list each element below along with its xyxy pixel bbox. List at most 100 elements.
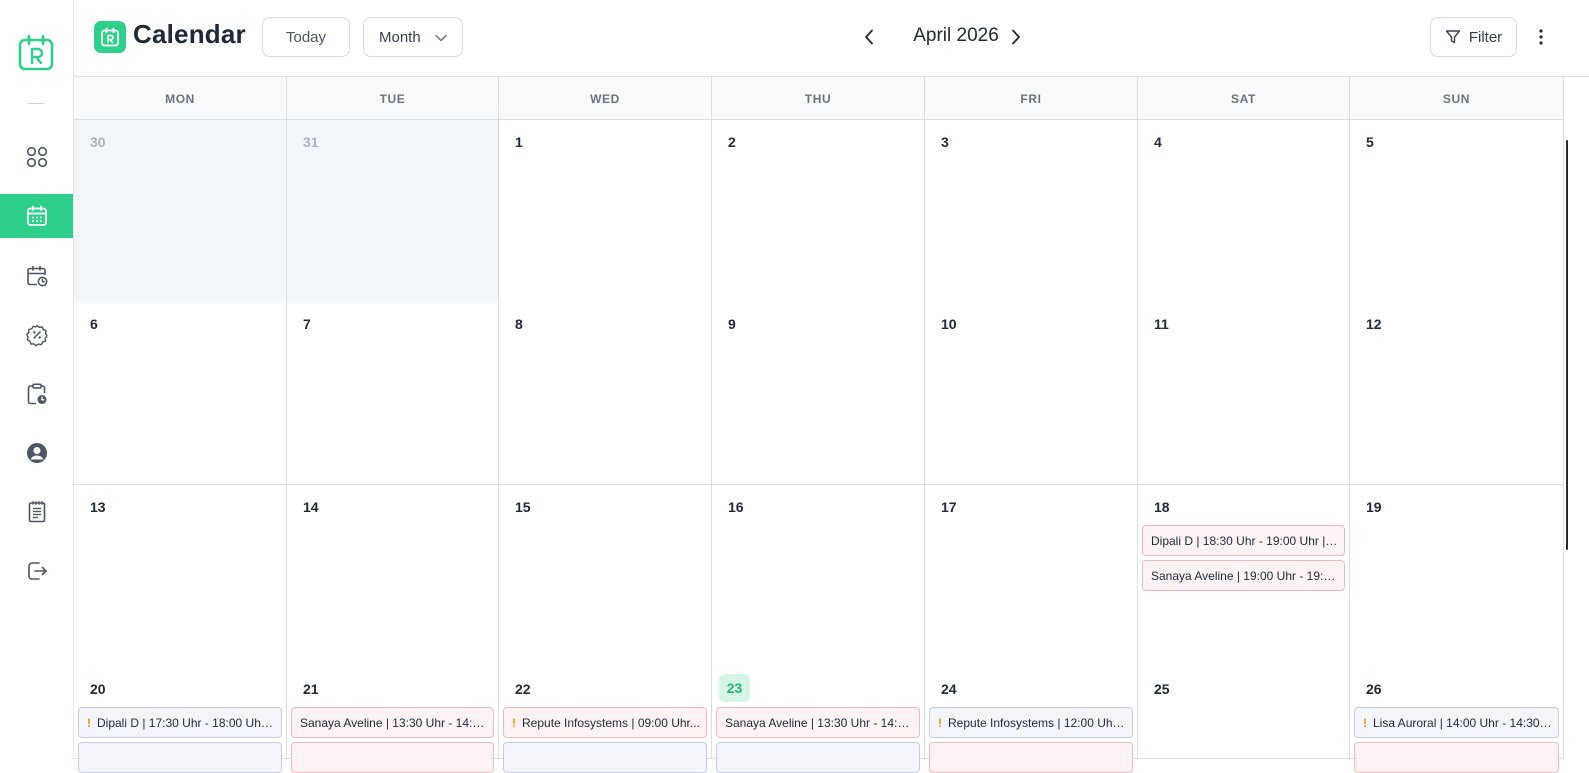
app-logo-icon[interactable] bbox=[18, 34, 54, 71]
today-button[interactable]: Today bbox=[262, 17, 350, 57]
day-number: 15 bbox=[515, 499, 531, 515]
event-chip[interactable]: ! Repute Infosystems | 09:00 Uhr... bbox=[503, 707, 707, 738]
day-cell[interactable]: 8 bbox=[499, 302, 712, 485]
sidebar-item-user-circle[interactable] bbox=[0, 431, 73, 475]
day-number: 30 bbox=[90, 134, 106, 150]
day-number: 5 bbox=[1366, 134, 1374, 150]
dashboard-icon bbox=[25, 145, 49, 169]
day-cell[interactable]: 10 bbox=[925, 302, 1138, 485]
event-label: Sanaya Aveline | 19:00 Uhr - 19:3... bbox=[1151, 568, 1338, 583]
warning-icon: ! bbox=[1363, 715, 1367, 730]
calendar-header: Calendar Today Month April 2026 Filter bbox=[74, 0, 1589, 77]
day-number: 21 bbox=[303, 681, 319, 697]
event-chip[interactable] bbox=[291, 742, 494, 773]
day-number: 22 bbox=[515, 681, 531, 697]
event-chip[interactable]: Sanaya Aveline | 13:30 Uhr - 14:0... bbox=[291, 707, 494, 738]
day-cell[interactable]: 31 bbox=[287, 120, 499, 303]
sidebar-item-clipboard-clock[interactable] bbox=[0, 372, 73, 416]
sidebar-item-logout[interactable] bbox=[0, 549, 73, 593]
day-cell[interactable]: 9 bbox=[712, 302, 925, 485]
day-number: 6 bbox=[90, 316, 98, 332]
event-label: Dipali D | 17:30 Uhr - 18:00 Uhr | ... bbox=[97, 715, 275, 730]
current-period-label: April 2026 bbox=[913, 25, 999, 46]
event-chip[interactable] bbox=[929, 742, 1133, 773]
day-cell[interactable]: 3 bbox=[925, 120, 1138, 303]
day-number: 12 bbox=[1366, 316, 1382, 332]
day-cell[interactable]: 6 bbox=[74, 302, 287, 485]
sidebar bbox=[0, 0, 74, 759]
day-number: 20 bbox=[90, 681, 106, 697]
day-cell[interactable]: 30 bbox=[74, 120, 287, 303]
filter-button[interactable]: Filter bbox=[1430, 17, 1517, 57]
day-cell[interactable]: 4 bbox=[1138, 120, 1350, 303]
day-cell[interactable]: 2 bbox=[712, 120, 925, 303]
event-chip[interactable] bbox=[1354, 742, 1559, 773]
weekday-header: TUE bbox=[287, 77, 499, 120]
day-cell[interactable]: 22 ! Repute Infosystems | 09:00 Uhr... bbox=[499, 667, 712, 773]
sidebar-item-calendar-clock[interactable] bbox=[0, 254, 73, 298]
event-chip[interactable]: ! Dipali D | 17:30 Uhr - 18:00 Uhr | ... bbox=[78, 707, 282, 738]
discount-badge-icon bbox=[25, 323, 49, 347]
user-circle-icon bbox=[25, 441, 49, 465]
weekday-header: SUN bbox=[1350, 77, 1564, 120]
day-cell[interactable]: 1 bbox=[499, 120, 712, 303]
day-cell[interactable]: 13 bbox=[74, 485, 287, 668]
sidebar-item-calendar[interactable] bbox=[0, 194, 73, 238]
day-cell[interactable]: 5 bbox=[1350, 120, 1564, 303]
next-month-button[interactable] bbox=[1004, 24, 1028, 50]
sidebar-item-document-list[interactable] bbox=[0, 490, 73, 534]
day-number: 17 bbox=[941, 499, 957, 515]
calendar-clock-icon bbox=[25, 264, 49, 288]
view-select[interactable]: Month bbox=[363, 17, 463, 57]
day-cell[interactable]: 18 Dipali D | 18:30 Uhr - 19:00 Uhr | S..… bbox=[1138, 485, 1350, 668]
day-number: 7 bbox=[303, 316, 311, 332]
previous-month-button[interactable] bbox=[857, 24, 881, 50]
event-chip[interactable] bbox=[503, 742, 707, 773]
day-number: 4 bbox=[1154, 134, 1162, 150]
day-cell[interactable]: 24! Repute Infosystems | 12:00 Uhr ... bbox=[925, 667, 1138, 773]
day-number: 25 bbox=[1154, 681, 1170, 697]
event-chip[interactable] bbox=[716, 742, 920, 773]
event-chip[interactable]: Sanaya Aveline | 19:00 Uhr - 19:3... bbox=[1142, 560, 1345, 591]
event-chip[interactable]: ! Lisa Auroral | 14:00 Uhr - 14:30 ... bbox=[1354, 707, 1559, 738]
sidebar-item-discount-badge[interactable] bbox=[0, 313, 73, 357]
day-number: 31 bbox=[303, 134, 319, 150]
today-day-number: 23 bbox=[719, 674, 750, 702]
day-cell[interactable]: 12 bbox=[1350, 302, 1564, 485]
logout-icon bbox=[25, 559, 49, 583]
day-cell[interactable]: 16 bbox=[712, 485, 925, 668]
sidebar-item-dashboard[interactable] bbox=[0, 135, 73, 179]
day-cell[interactable]: 19 bbox=[1350, 485, 1564, 668]
day-cell[interactable]: 25 bbox=[1138, 667, 1350, 759]
event-label: Dipali D | 18:30 Uhr - 19:00 Uhr | S... bbox=[1151, 533, 1338, 548]
day-cell[interactable]: 26! Lisa Auroral | 14:00 Uhr - 14:30 ... bbox=[1350, 667, 1564, 773]
weekday-header: SAT bbox=[1138, 77, 1350, 120]
day-number: 2 bbox=[728, 134, 736, 150]
vertical-scrollbar[interactable] bbox=[1566, 140, 1568, 550]
view-select-label: Month bbox=[379, 28, 421, 46]
event-chip[interactable]: ! Repute Infosystems | 12:00 Uhr ... bbox=[929, 707, 1133, 738]
event-label: Sanaya Aveline | 13:30 Uhr - 14:0... bbox=[725, 715, 913, 730]
more-options-icon[interactable] bbox=[1529, 24, 1553, 50]
day-number: 1 bbox=[515, 134, 523, 150]
event-chip[interactable]: Sanaya Aveline | 13:30 Uhr - 14:0... bbox=[716, 707, 920, 738]
event-label: Lisa Auroral | 14:00 Uhr - 14:30 ... bbox=[1373, 715, 1552, 730]
day-cell[interactable]: 21 Sanaya Aveline | 13:30 Uhr - 14:0... bbox=[287, 667, 499, 773]
event-label: Repute Infosystems | 09:00 Uhr... bbox=[522, 715, 700, 730]
day-number: 3 bbox=[941, 134, 949, 150]
day-cell[interactable]: 7 bbox=[287, 302, 499, 485]
day-cell[interactable]: 23 Sanaya Aveline | 13:30 Uhr - 14:0... bbox=[712, 667, 925, 773]
chevron-right-icon bbox=[1012, 29, 1020, 45]
day-number: 13 bbox=[90, 499, 106, 515]
day-cell[interactable]: 15 bbox=[499, 485, 712, 668]
event-chip[interactable] bbox=[78, 742, 282, 773]
weekday-header-row: MON TUE WED THU FRI SAT SUN bbox=[74, 77, 1564, 120]
day-cell[interactable]: 20 ! Dipali D | 17:30 Uhr - 18:00 Uhr | ..… bbox=[74, 667, 287, 773]
document-list-icon bbox=[25, 500, 49, 524]
day-cell[interactable]: 11 bbox=[1138, 302, 1350, 485]
weekday-header: THU bbox=[712, 77, 925, 120]
day-cell[interactable]: 14 bbox=[287, 485, 499, 668]
event-chip[interactable]: Dipali D | 18:30 Uhr - 19:00 Uhr | S... bbox=[1142, 525, 1345, 556]
weekday-header: FRI bbox=[925, 77, 1138, 120]
day-cell[interactable]: 17 bbox=[925, 485, 1138, 668]
